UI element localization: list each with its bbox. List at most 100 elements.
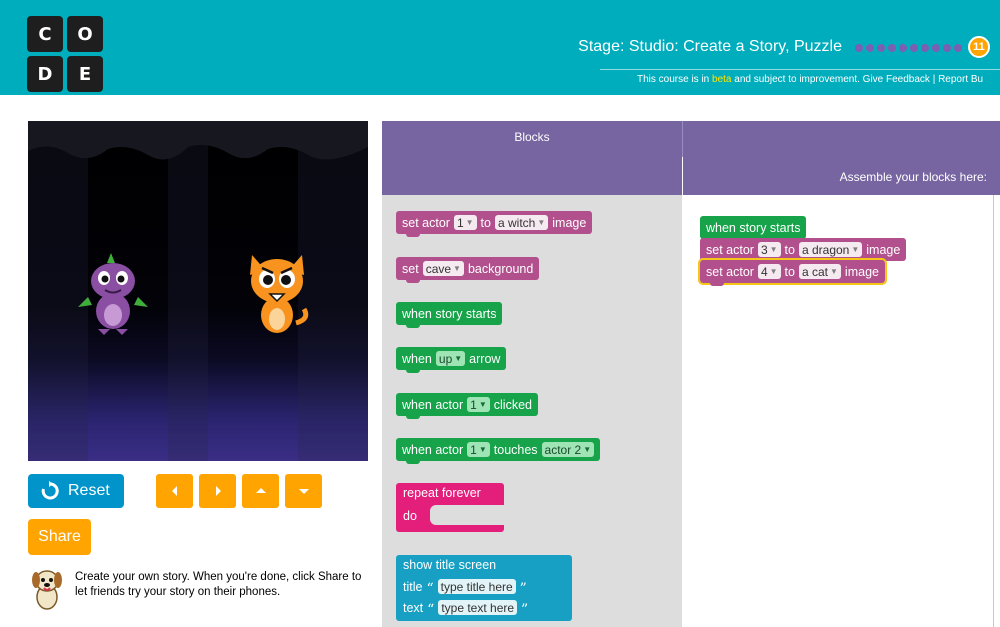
share-button[interactable]: Share	[28, 519, 91, 555]
repeat-do-slot	[430, 505, 506, 525]
stage-progress-dot[interactable]	[943, 44, 951, 52]
actor-dropdown[interactable]: 1 ▼	[453, 215, 477, 230]
block-set-actor-image[interactable]: set actor 1 ▼ to a witch ▼ image	[396, 211, 593, 237]
dropdown-value: cave	[425, 261, 452, 276]
dropdown-value: 3	[760, 242, 768, 257]
block-text: to	[480, 215, 491, 230]
dropdown-value: 1	[470, 442, 477, 457]
close-quote-icon: ”	[521, 602, 529, 618]
header-divider-vertical	[682, 121, 683, 157]
site-header: C O D E Stage: Studio: Create a Story, P…	[0, 0, 1000, 95]
stage-progress-dot[interactable]	[932, 44, 940, 52]
instructions-text: Create your own story. When you're done,…	[75, 571, 362, 598]
block-text: title	[403, 579, 423, 594]
dropdown-value: a cat	[801, 264, 828, 279]
logo-letter-o: O	[67, 16, 103, 52]
block-text: background	[467, 261, 534, 276]
right-arrow-button[interactable]	[199, 474, 236, 508]
block-text: when	[402, 351, 432, 366]
actor-dropdown[interactable]: 3 ▼	[757, 242, 781, 257]
logo-letter-d: D	[27, 56, 63, 92]
logo-letter-e: E	[67, 56, 103, 92]
dropdown-value: actor 2	[544, 442, 582, 457]
dropdown-value: up	[438, 351, 453, 366]
actor-dropdown[interactable]: 1 ▼	[467, 397, 490, 412]
up-arrow-button[interactable]	[242, 474, 279, 508]
block-text: to	[784, 242, 795, 257]
stage-progress-dot[interactable]	[888, 44, 896, 52]
stage-progress-dot[interactable]	[877, 44, 885, 52]
left-arrow-button[interactable]	[156, 474, 193, 508]
workspace-scroll-edge	[993, 195, 994, 627]
title-input-row: title “ type title here ”	[403, 579, 527, 596]
block-text: set	[402, 261, 419, 276]
cave-ceiling	[28, 121, 368, 160]
workspace-block-set-actor-cat[interactable]: set actor 4 ▼ to a cat ▼ image	[698, 258, 887, 286]
beta-notice-prefix: This course is in	[637, 74, 713, 85]
left-arrow-icon	[171, 486, 177, 496]
block-when-arrow[interactable]: when up ▼ arrow	[396, 347, 507, 373]
block-text: text	[403, 600, 424, 615]
block-text: when actor	[402, 397, 464, 412]
background-dropdown[interactable]: cave ▼	[422, 261, 464, 276]
image-dropdown[interactable]: a witch ▼	[494, 215, 549, 230]
stage-progress-dot[interactable]	[855, 44, 863, 52]
reset-icon	[41, 481, 59, 500]
block-when-actor-clicked[interactable]: when actor 1 ▼ clicked	[396, 393, 538, 419]
dragon-sprite[interactable]	[78, 249, 148, 335]
down-arrow-icon	[298, 489, 309, 494]
code-logo[interactable]: C O D E	[27, 16, 103, 92]
feedback-links[interactable]: and subject to improvement. Give Feedbac…	[732, 74, 983, 85]
dropdown-value: 1	[456, 215, 464, 230]
block-set-background[interactable]: set cave ▼ background	[396, 257, 540, 283]
target-actor-dropdown[interactable]: actor 2 ▼	[541, 442, 595, 457]
header-divider	[600, 69, 1000, 70]
actor-dropdown[interactable]: 1 ▼	[467, 442, 490, 457]
dropdown-arrow-icon: ▼	[851, 245, 860, 254]
arrow-dropdown[interactable]: up ▼	[435, 351, 466, 366]
cat-sprite[interactable]	[244, 249, 310, 337]
block-text: repeat forever	[403, 486, 481, 500]
dropdown-value: a witch	[497, 215, 536, 230]
body-text-input[interactable]: type text here	[438, 600, 518, 615]
block-text: to	[784, 264, 795, 279]
workspace-title: Assemble your blocks here:	[839, 170, 987, 184]
block-text: image	[866, 242, 901, 257]
block-text: show title screen	[403, 558, 497, 572]
stage-progress-dot[interactable]	[910, 44, 918, 52]
block-text: touches	[493, 442, 538, 457]
block-text: image	[552, 215, 587, 230]
block-text: when story starts	[706, 220, 801, 235]
stage-progress-dot[interactable]	[954, 44, 962, 52]
block-text: do	[403, 509, 417, 523]
up-arrow-icon	[255, 488, 266, 493]
stage-progress-dot[interactable]	[921, 44, 929, 52]
block-text: set actor	[706, 242, 754, 257]
dropdown-arrow-icon: ▼	[478, 445, 487, 454]
workspace-block-when-story-starts[interactable]: when story starts	[700, 216, 807, 242]
block-text: when story starts	[402, 306, 497, 321]
reset-label: Reset	[68, 482, 110, 499]
text-input-row: text “ type text here ”	[403, 600, 529, 618]
stage-progress-dot[interactable]	[866, 44, 874, 52]
stage-number-badge[interactable]: 11	[968, 36, 990, 58]
block-when-story-starts[interactable]: when story starts	[396, 302, 503, 328]
title-text-input[interactable]: type title here	[437, 579, 516, 594]
block-when-actor-touches[interactable]: when actor 1 ▼ touches actor 2 ▼	[396, 438, 601, 464]
down-arrow-button[interactable]	[285, 474, 322, 508]
dropdown-arrow-icon: ▼	[769, 267, 778, 276]
beta-link[interactable]: beta	[712, 74, 731, 85]
reset-button[interactable]: Reset	[28, 474, 124, 508]
block-text: clicked	[493, 397, 532, 412]
workspace-block-set-actor-dragon[interactable]: set actor 3 ▼ to a dragon ▼ image	[700, 238, 907, 264]
stage-progress-dot[interactable]	[899, 44, 907, 52]
actor-dropdown[interactable]: 4 ▼	[757, 264, 781, 279]
block-text: arrow	[469, 351, 501, 366]
image-dropdown[interactable]: a cat ▼	[798, 264, 841, 279]
dropdown-arrow-icon: ▼	[454, 354, 463, 363]
image-dropdown[interactable]: a dragon ▼	[798, 242, 863, 257]
dropdown-arrow-icon: ▼	[453, 264, 461, 273]
dropdown-value: a dragon	[801, 242, 850, 257]
story-visualization[interactable]	[28, 121, 368, 461]
dropdown-value: 1	[470, 397, 477, 412]
